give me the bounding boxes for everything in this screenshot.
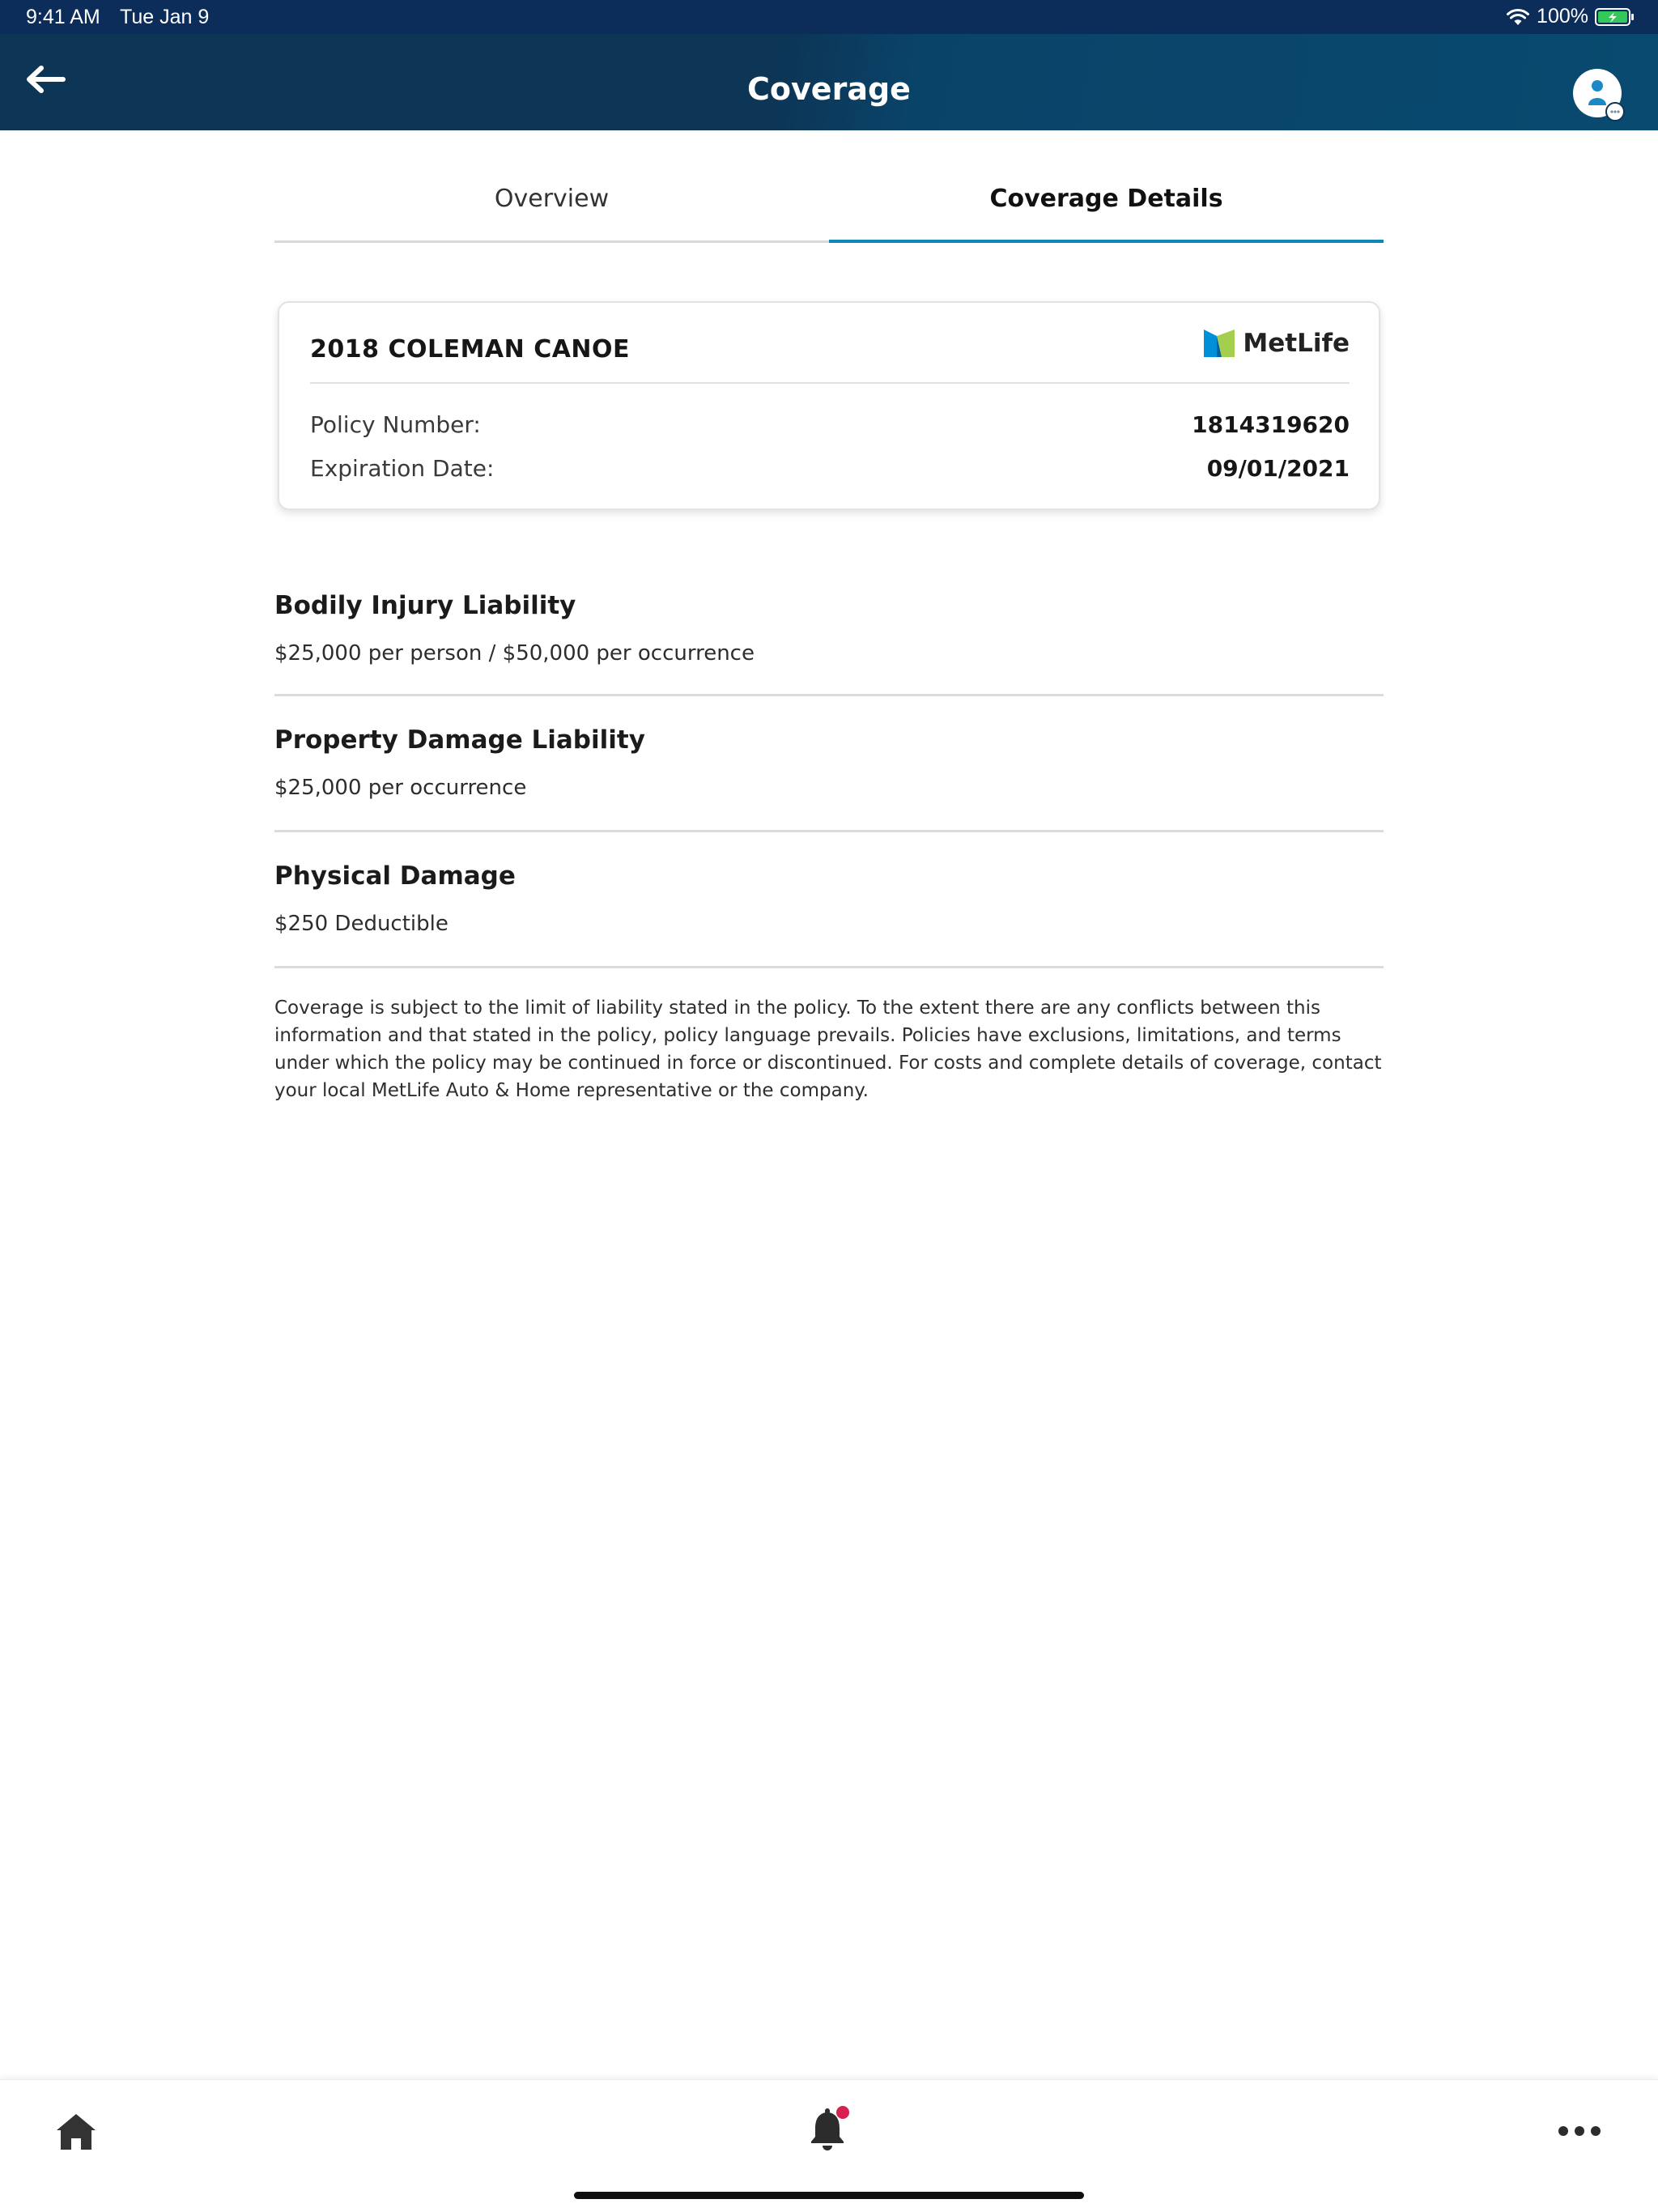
- home-indicator: [574, 2192, 1084, 2199]
- policy-card: 2018 COLEMAN CANOE MetLife Policy Number…: [278, 301, 1380, 510]
- metlife-logo-icon: [1204, 330, 1235, 357]
- home-button[interactable]: [53, 2109, 99, 2155]
- vehicle-title: 2018 COLEMAN CANOE: [310, 335, 631, 364]
- status-time: 9:41 AM: [26, 6, 100, 28]
- policy-number-value: 1814319620: [1192, 411, 1350, 438]
- policy-number-label: Policy Number:: [310, 411, 481, 438]
- status-date: Tue Jan 9: [120, 6, 210, 28]
- expiration-date-row: Expiration Date: 09/01/2021: [310, 455, 1350, 482]
- notification-dot: [836, 2106, 849, 2119]
- status-bar: 9:41 AM Tue Jan 9 100%: [0, 0, 1658, 34]
- coverage-item: Property Damage Liability $25,000 per oc…: [274, 696, 1384, 832]
- tab-overview[interactable]: Overview: [274, 144, 829, 240]
- notifications-button[interactable]: [806, 2104, 852, 2155]
- more-button[interactable]: [1558, 2121, 1601, 2142]
- policy-number-row: Policy Number: 1814319620: [310, 411, 1350, 438]
- navigation-bar: Coverage: [0, 34, 1658, 130]
- expiration-date-value: 09/01/2021: [1206, 455, 1350, 482]
- segmented-tabs: Overview Coverage Details: [274, 144, 1384, 243]
- carrier-logo: MetLife: [1204, 329, 1350, 358]
- coverage-item: Bodily Injury Liability $25,000 per pers…: [274, 567, 1384, 696]
- page-title: Coverage: [747, 71, 911, 107]
- card-divider: [310, 382, 1350, 384]
- user-avatar-icon: [1573, 69, 1625, 121]
- more-dots-icon: [1558, 2126, 1601, 2136]
- bottom-tab-bar: [0, 2079, 1658, 2212]
- bell-icon: [811, 2106, 849, 2150]
- battery-percent: 100%: [1537, 5, 1588, 28]
- expiration-date-label: Expiration Date:: [310, 455, 495, 482]
- coverage-value: $250 Deductible: [274, 912, 449, 936]
- coverage-value: $25,000 per occurrence: [274, 776, 527, 800]
- status-indicators: 100%: [1506, 5, 1635, 28]
- wifi-icon: [1507, 8, 1530, 25]
- coverage-item: Physical Damage $250 Deductible: [274, 832, 1384, 968]
- coverage-name: Bodily Injury Liability: [274, 591, 576, 620]
- coverage-name: Property Damage Liability: [274, 725, 645, 755]
- carrier-name: MetLife: [1243, 329, 1350, 358]
- coverage-value: $25,000 per person / $50,000 per occurre…: [274, 641, 755, 666]
- profile-button[interactable]: [1572, 68, 1626, 121]
- tab-coverage-details[interactable]: Coverage Details: [829, 144, 1384, 243]
- coverage-disclaimer: Coverage is subject to the limit of liab…: [274, 998, 1382, 1101]
- home-icon: [57, 2114, 96, 2150]
- coverage-name: Physical Damage: [274, 861, 516, 891]
- battery-charging-icon: [1595, 7, 1634, 26]
